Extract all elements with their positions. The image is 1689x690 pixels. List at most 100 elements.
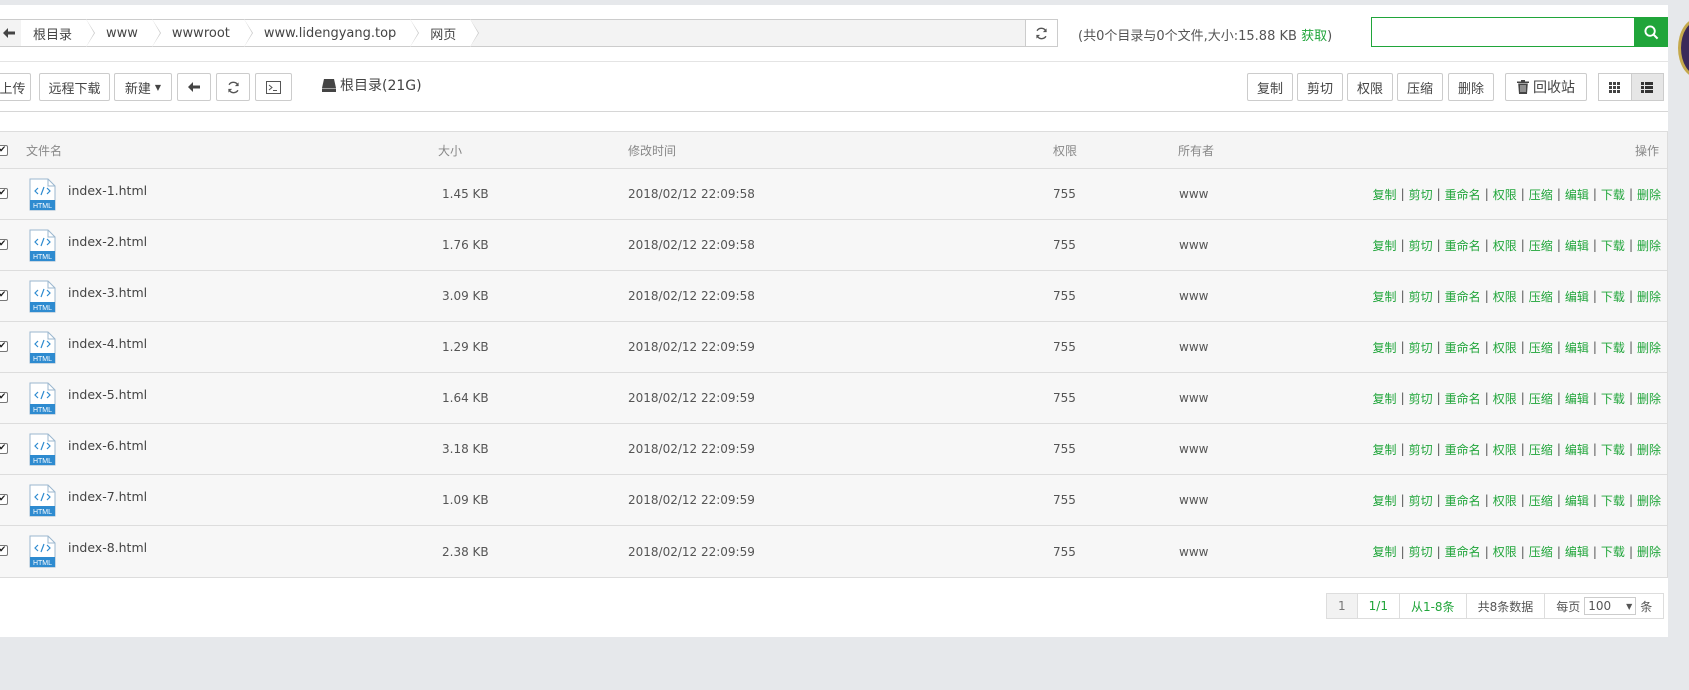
row-op-link[interactable]: 权限 [1493,543,1517,560]
breadcrumb-item[interactable]: www.lidengyang.top [243,19,420,47]
breadcrumb-item[interactable]: 网页 [410,19,480,47]
row-checkbox[interactable]: ✔ [0,545,8,556]
file-name-link[interactable]: index-4.html [68,318,147,368]
row-checkbox[interactable]: ✔ [0,188,8,199]
path-input-area[interactable] [470,20,1025,46]
row-op-link[interactable]: 下载 [1601,441,1625,458]
file-name-link[interactable]: index-6.html [68,420,147,470]
table-row[interactable]: ✔ HTML index-5.html 1.64 KB 2018/02/12 22:09… [0,373,1667,424]
row-checkbox[interactable]: ✔ [0,341,8,352]
row-op-link[interactable]: 复制 [1373,339,1397,356]
row-op-link[interactable]: 删除 [1637,543,1661,560]
row-op-link[interactable]: 编辑 [1565,543,1589,560]
table-row[interactable]: ✔ HTML index-1.html 1.45 KB 2018/02/12 22:09… [0,169,1667,220]
file-name-link[interactable]: index-5.html [68,369,147,419]
row-op-link[interactable]: 压缩 [1529,492,1553,509]
refresh-icon[interactable] [1025,20,1057,46]
header-mtime[interactable]: 修改时间 [628,132,676,168]
row-op-link[interactable]: 剪切 [1409,237,1433,254]
row-op-link[interactable]: 压缩 [1529,186,1553,203]
table-row[interactable]: ✔ HTML index-2.html 1.76 KB 2018/02/12 22:09… [0,220,1667,271]
row-op-link[interactable]: 删除 [1637,492,1661,509]
page-current[interactable]: 1 [1327,594,1358,618]
row-op-link[interactable]: 压缩 [1529,390,1553,407]
row-op-link[interactable]: 压缩 [1529,237,1553,254]
row-op-link[interactable]: 编辑 [1565,288,1589,305]
row-op-link[interactable]: 删除 [1637,237,1661,254]
row-op-link[interactable]: 重命名 [1445,441,1481,458]
row-op-link[interactable]: 重命名 [1445,339,1481,356]
row-op-link[interactable]: 重命名 [1445,543,1481,560]
row-op-link[interactable]: 删除 [1637,441,1661,458]
row-op-link[interactable]: 压缩 [1529,441,1553,458]
file-name-link[interactable]: index-7.html [68,471,147,521]
back-button[interactable] [177,73,211,101]
row-op-link[interactable]: 复制 [1373,441,1397,458]
table-row[interactable]: ✔ HTML index-8.html 2.38 KB 2018/02/12 22:09… [0,526,1667,577]
row-op-link[interactable]: 编辑 [1565,441,1589,458]
row-checkbox[interactable]: ✔ [0,239,8,250]
row-op-link[interactable]: 权限 [1493,186,1517,203]
row-op-link[interactable]: 重命名 [1445,288,1481,305]
recycle-bin-button[interactable]: 回收站 [1505,73,1587,101]
row-checkbox[interactable]: ✔ [0,494,8,505]
row-op-link[interactable]: 删除 [1637,390,1661,407]
row-op-link[interactable]: 压缩 [1529,543,1553,560]
row-op-link[interactable]: 复制 [1373,288,1397,305]
row-op-link[interactable]: 压缩 [1529,288,1553,305]
batch-delete-button[interactable]: 删除 [1448,73,1494,101]
grid-view-icon[interactable] [1599,74,1631,100]
row-op-link[interactable]: 重命名 [1445,390,1481,407]
row-op-link[interactable]: 复制 [1373,543,1397,560]
row-checkbox[interactable]: ✔ [0,392,8,403]
upload-button[interactable]: 上传 [0,73,31,101]
row-op-link[interactable]: 重命名 [1445,492,1481,509]
row-op-link[interactable]: 下载 [1601,492,1625,509]
row-op-link[interactable]: 复制 [1373,390,1397,407]
file-name-link[interactable]: index-1.html [68,165,147,215]
table-row[interactable]: ✔ HTML index-3.html 3.09 KB 2018/02/12 22:09… [0,271,1667,322]
fetch-size-link[interactable]: 获取 [1301,29,1327,44]
row-op-link[interactable]: 复制 [1373,237,1397,254]
row-op-link[interactable]: 剪切 [1409,441,1433,458]
breadcrumb-item[interactable]: wwwroot [151,19,253,47]
table-row[interactable]: ✔ HTML index-4.html 1.29 KB 2018/02/12 22:09… [0,322,1667,373]
row-op-link[interactable]: 权限 [1493,441,1517,458]
refresh-button[interactable] [216,73,250,101]
batch-compress-button[interactable]: 压缩 [1397,73,1443,101]
table-row[interactable]: ✔ HTML index-6.html 3.18 KB 2018/02/12 22:09… [0,424,1667,475]
new-dropdown-button[interactable]: 新建 ▼ [114,73,172,101]
row-checkbox[interactable]: ✔ [0,443,8,454]
row-op-link[interactable]: 剪切 [1409,543,1433,560]
row-op-link[interactable]: 剪切 [1409,492,1433,509]
row-op-link[interactable]: 剪切 [1409,288,1433,305]
search-input[interactable] [1371,17,1635,47]
row-op-link[interactable]: 编辑 [1565,339,1589,356]
row-op-link[interactable]: 重命名 [1445,186,1481,203]
file-name-link[interactable]: index-8.html [68,522,147,573]
remote-download-button[interactable]: 远程下载 [39,73,110,101]
file-name-link[interactable]: index-2.html [68,216,147,266]
row-op-link[interactable]: 编辑 [1565,492,1589,509]
row-op-link[interactable]: 删除 [1637,186,1661,203]
row-op-link[interactable]: 权限 [1493,390,1517,407]
row-op-link[interactable]: 下载 [1601,288,1625,305]
terminal-button[interactable] [255,73,292,101]
row-op-link[interactable]: 删除 [1637,339,1661,356]
row-op-link[interactable]: 权限 [1493,288,1517,305]
row-op-link[interactable]: 下载 [1601,339,1625,356]
row-op-link[interactable]: 压缩 [1529,339,1553,356]
avatar[interactable] [1678,18,1689,78]
row-op-link[interactable]: 编辑 [1565,186,1589,203]
header-size[interactable]: 大小 [438,132,462,168]
row-op-link[interactable]: 剪切 [1409,186,1433,203]
batch-permission-button[interactable]: 权限 [1347,73,1393,101]
file-name-link[interactable]: index-3.html [68,267,147,317]
breadcrumb-item[interactable]: www [86,19,161,47]
header-name[interactable]: 文件名 [26,132,62,168]
row-op-link[interactable]: 复制 [1373,186,1397,203]
row-op-link[interactable]: 剪切 [1409,390,1433,407]
select-all-checkbox[interactable]: ✔ [0,145,8,156]
batch-cut-button[interactable]: 剪切 [1297,73,1343,101]
per-page-select[interactable]: 100 ▼ [1584,597,1637,615]
